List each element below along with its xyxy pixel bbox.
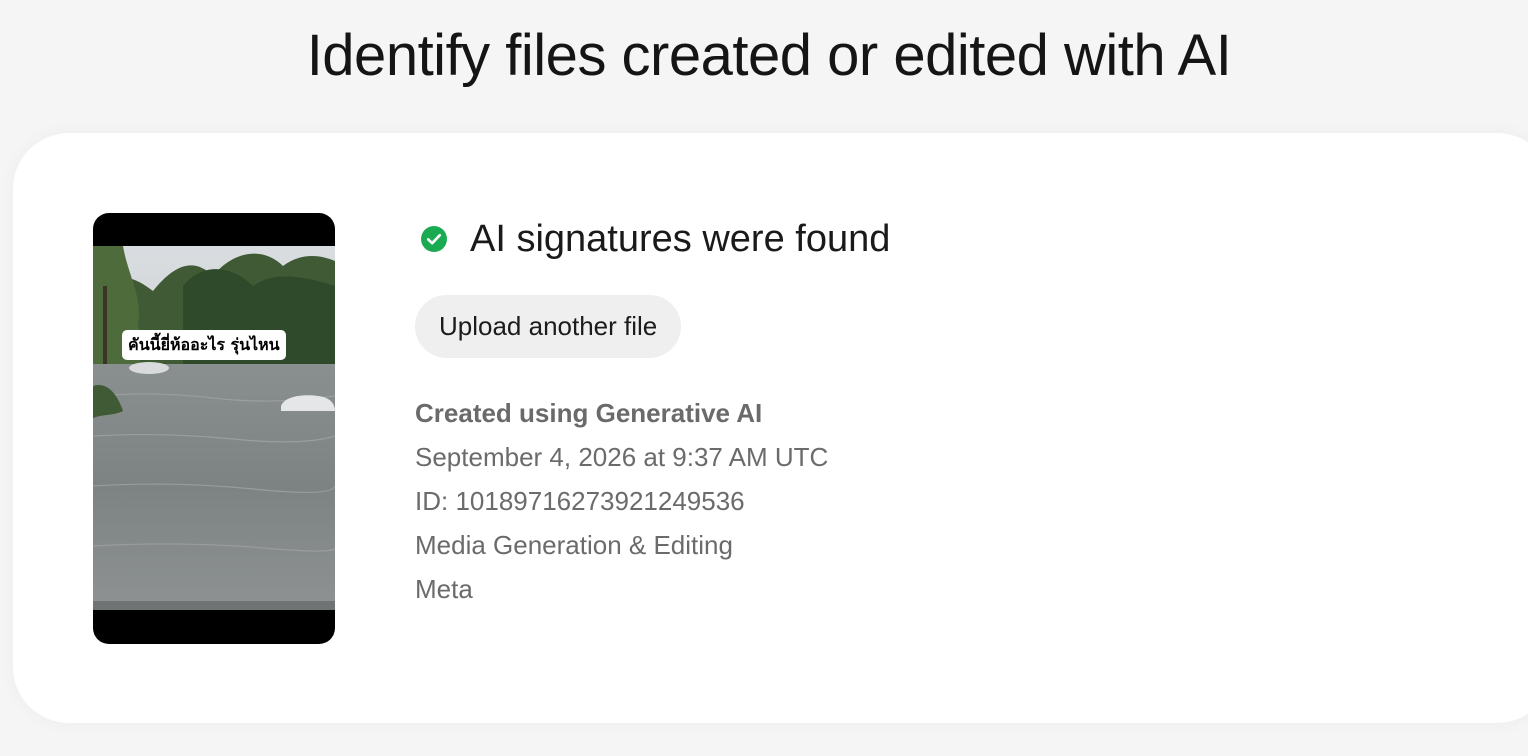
issuer-name: Meta bbox=[415, 574, 473, 604]
created-using-label: Created using Generative AI bbox=[415, 398, 763, 428]
check-circle-icon bbox=[420, 225, 448, 253]
tool-name: Media Generation & Editing bbox=[415, 530, 733, 560]
created-date: September 4, 2026 at 9:37 AM UTC bbox=[415, 442, 829, 472]
content-id: ID: 1018971627392​1249536 bbox=[415, 486, 745, 516]
video-thumbnail: คันนี้ยี่ห้ออะไร รุ่นไหน bbox=[93, 213, 335, 644]
status-row: AI signatures were found bbox=[420, 217, 890, 261]
flooded-street-image bbox=[93, 246, 335, 610]
result-card: คันนี้ยี่ห้ออะไร รุ่นไหน AI signatures w… bbox=[13, 133, 1528, 723]
page-title: Identify files created or edited with AI bbox=[306, 23, 1232, 88]
file-details: Created using Generative AI September 4,… bbox=[415, 391, 828, 611]
thumbnail-caption: คันนี้ยี่ห้ออะไร รุ่นไหน bbox=[122, 330, 286, 360]
status-title: AI signatures were found bbox=[470, 217, 891, 260]
upload-another-file-button[interactable]: Upload another file bbox=[415, 295, 682, 358]
